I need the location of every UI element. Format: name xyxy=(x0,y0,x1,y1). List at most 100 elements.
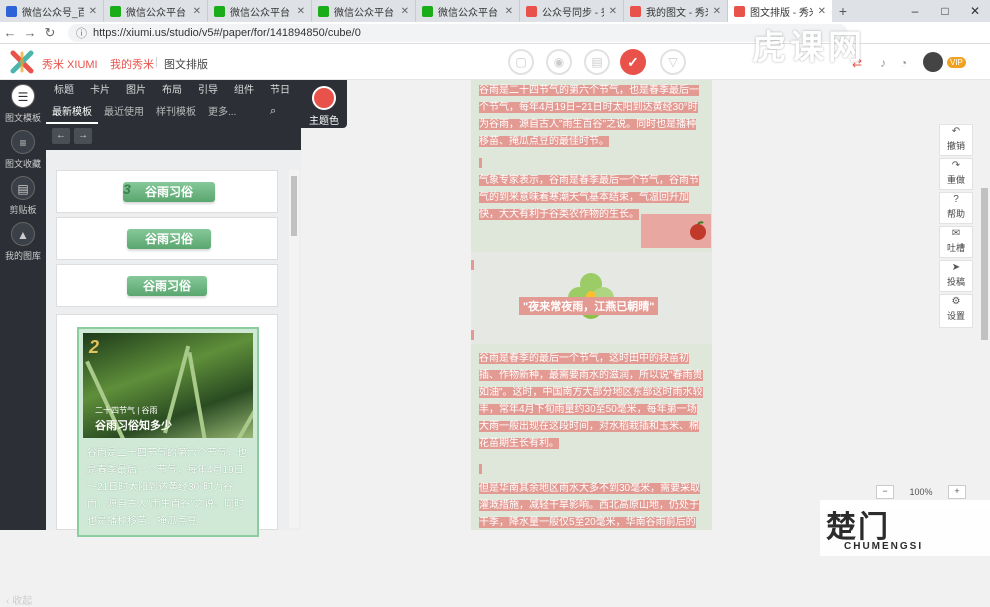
submit-button[interactable]: ➤ 投稿 xyxy=(939,260,973,292)
undo-button[interactable]: ↶ 撤销 xyxy=(939,124,973,156)
rail-item-favorites[interactable]: ≡ 图文收藏 xyxy=(0,130,46,170)
close-tab-icon[interactable]: ✕ xyxy=(713,6,721,17)
minimize-button[interactable]: – xyxy=(900,0,930,22)
browser-tab[interactable]: 公众号同步 - 秀 ✕ xyxy=(520,0,624,22)
template-card[interactable]: 谷雨习俗 xyxy=(56,217,278,260)
category-tabs: 标题 卡片 图片 布局 引导 组件 节日 xyxy=(46,80,301,102)
icon-rail: ☰ 图文模板 ≡ 图文收藏 ▤ 剪贴板 ▲ 我的图库 ‹ 收起 xyxy=(0,80,46,607)
redo-label: 重做 xyxy=(946,175,965,185)
next-page-icon[interactable]: → xyxy=(74,128,92,144)
template-card-featured[interactable]: 2 二十四节气 | 谷雨 谷雨习俗知多少 谷雨是二十四节气的第六个节气，也是春季… xyxy=(56,314,278,537)
scroll-thumb[interactable] xyxy=(981,188,988,340)
reload-icon[interactable]: ↻ xyxy=(40,25,60,41)
close-tab-icon[interactable]: ✕ xyxy=(609,6,617,17)
settings-button[interactable]: ⚙ 设置 xyxy=(939,294,973,328)
vip-badge: VIP xyxy=(947,57,966,68)
tab-title: 公众号同步 - 秀 xyxy=(542,7,604,19)
paragraph-text: 但是华南其余地区雨水大多不到30毫米，需要采取灌溉措施，减轻干旱影响。西北高原山… xyxy=(479,483,701,528)
template-card[interactable]: 谷雨习俗 3 xyxy=(56,170,278,213)
template-panel: 标题 卡片 图片 布局 引导 组件 节日 最新模板 最近使用 样刊模板 更多..… xyxy=(46,80,301,537)
help-label: 帮助 xyxy=(946,209,965,219)
help-button[interactable]: ? 帮助 xyxy=(939,192,973,224)
zoom-level: 100% xyxy=(909,487,933,497)
template-card[interactable]: 谷雨习俗 xyxy=(56,264,278,307)
tab-guide[interactable]: 引导 xyxy=(190,80,226,102)
theme-color-button[interactable]: 主题色 xyxy=(301,80,347,128)
search-icon[interactable]: ⌕ xyxy=(270,105,276,118)
submit-label: 投稿 xyxy=(946,277,965,287)
breadcrumb: 图文排版 xyxy=(164,59,208,71)
tab-image[interactable]: 图片 xyxy=(118,80,154,102)
close-tab-icon[interactable]: ✕ xyxy=(297,6,305,17)
tab-title: 图文排版 - 秀米 xyxy=(750,7,813,19)
back-icon[interactable]: ← xyxy=(0,25,20,40)
zoom-out-button[interactable]: − xyxy=(876,485,894,499)
maximize-button[interactable]: □ xyxy=(930,0,960,22)
zoom-control: − 100% + xyxy=(876,484,974,500)
breadcrumb-separator: | xyxy=(155,56,158,68)
collapse-button[interactable]: ‹ 收起 xyxy=(6,592,32,607)
paragraph-text: 谷雨是春季的最后一个节气，这时田中的秧苗初插、作物新种，最需要雨水的滋润，所以说… xyxy=(479,353,703,449)
url-input[interactable]: ⓘ https://xiumi.us/studio/v5#/paper/for/… xyxy=(68,23,848,42)
quote-block[interactable]: "夜来常夜雨，江燕已朝晴" xyxy=(471,252,712,344)
close-tab-icon[interactable]: ✕ xyxy=(401,6,409,17)
rail-label: 图文模板 xyxy=(4,113,41,123)
rail-item-templates[interactable]: ☰ 图文模板 xyxy=(0,84,46,124)
close-tab-icon[interactable]: ✕ xyxy=(193,6,201,17)
preview-icon[interactable]: ◉ xyxy=(546,49,572,75)
gear-icon: ⚙ xyxy=(951,296,961,307)
browser-tab[interactable]: 图文排版 - 秀米 ✕ xyxy=(728,0,832,22)
rail-item-gallery[interactable]: ▲ 我的图库 xyxy=(0,222,46,262)
close-window-button[interactable]: ✕ xyxy=(960,0,990,22)
brand-name[interactable]: 秀米 XIUMI xyxy=(42,56,98,72)
my-xiumi-link[interactable]: 我的秀米 xyxy=(110,56,154,72)
featured-template: 2 二十四节气 | 谷雨 谷雨习俗知多少 谷雨是二十四节气的第六个节气，也是春季… xyxy=(77,327,259,537)
feedback-button[interactable]: ✉ 吐槽 xyxy=(939,226,973,258)
browser-tab[interactable]: 微信公众平台 ✕ xyxy=(312,0,416,22)
prev-page-icon[interactable]: ← xyxy=(52,128,70,144)
tab-title[interactable]: 标题 xyxy=(46,80,82,102)
browser-tab[interactable]: 微信公众号_百度 ✕ xyxy=(0,0,104,22)
zoom-in-button[interactable]: + xyxy=(948,485,966,499)
article-paragraph[interactable]: 谷雨是二十四节气的第六个节气，也是春季最后一个节气，每年4月19日~21日时太阳… xyxy=(479,82,705,150)
cursor-marker xyxy=(471,260,474,270)
new-doc-icon[interactable]: ▢ xyxy=(508,49,534,75)
save-button[interactable]: ✓ xyxy=(620,49,646,75)
browser-tab[interactable]: 微信公众平台 ✕ xyxy=(416,0,520,22)
subtab-more[interactable]: 更多... xyxy=(202,102,242,124)
browser-tab[interactable]: 微信公众平台 ✕ xyxy=(104,0,208,22)
article-canvas[interactable]: 谷雨是二十四节气的第六个节气，也是春季最后一个节气，每年4月19日~21日时太阳… xyxy=(471,80,712,530)
redo-button[interactable]: ↷ 重做 xyxy=(939,158,973,190)
close-tab-icon[interactable]: ✕ xyxy=(818,6,826,17)
notification-icon[interactable]: ♪ xyxy=(880,56,886,70)
avatar[interactable] xyxy=(923,52,943,72)
tab-component[interactable]: 组件 xyxy=(226,80,262,102)
tab-favicon-icon xyxy=(734,5,745,17)
watermark-chumen: 楚门 CHUMENGSI xyxy=(820,500,990,556)
browser-tab[interactable]: 微信公众平台 ✕ xyxy=(208,0,312,22)
page-scrollbar[interactable] xyxy=(979,80,990,530)
close-tab-icon[interactable]: ✕ xyxy=(505,6,513,17)
tab-card[interactable]: 卡片 xyxy=(82,80,118,102)
article-paragraph[interactable]: 但是华南其余地区雨水大多不到30毫米，需要采取灌溉措施，减轻干旱影响。西北高原山… xyxy=(479,480,705,531)
forward-icon[interactable]: → xyxy=(20,25,40,40)
rail-label: 我的图库 xyxy=(4,251,41,261)
panel-scrollbar[interactable] xyxy=(289,170,299,528)
scroll-thumb[interactable] xyxy=(291,176,297,236)
browser-tab[interactable]: 我的图文 - 秀米 ✕ xyxy=(624,0,728,22)
tab-layout[interactable]: 布局 xyxy=(154,80,190,102)
subtab-recent[interactable]: 最近使用 xyxy=(98,102,150,124)
rain-leaf-photo: 2 二十四节气 | 谷雨 谷雨习俗知多少 xyxy=(83,333,253,438)
subtab-latest[interactable]: 最新模板 xyxy=(46,102,98,124)
new-tab-button[interactable]: + xyxy=(832,0,854,22)
rail-item-clipboard[interactable]: ▤ 剪贴板 xyxy=(0,176,46,216)
subtab-sample[interactable]: 样刊模板 xyxy=(150,102,202,124)
close-tab-icon[interactable]: ✕ xyxy=(89,6,97,17)
tab-festival[interactable]: 节日 xyxy=(262,80,298,102)
copy-icon[interactable]: ▤ xyxy=(584,49,610,75)
template-subtabs: 最新模板 最近使用 样刊模板 更多... xyxy=(46,102,301,124)
featured-number: 2 xyxy=(89,337,100,357)
article-paragraph[interactable]: 谷雨是春季的最后一个节气，这时田中的秧苗初插、作物新种，最需要雨水的滋润，所以说… xyxy=(479,350,705,452)
bell-icon[interactable]: ◔ xyxy=(900,56,907,70)
more-down-icon[interactable]: ▽ xyxy=(660,49,686,75)
